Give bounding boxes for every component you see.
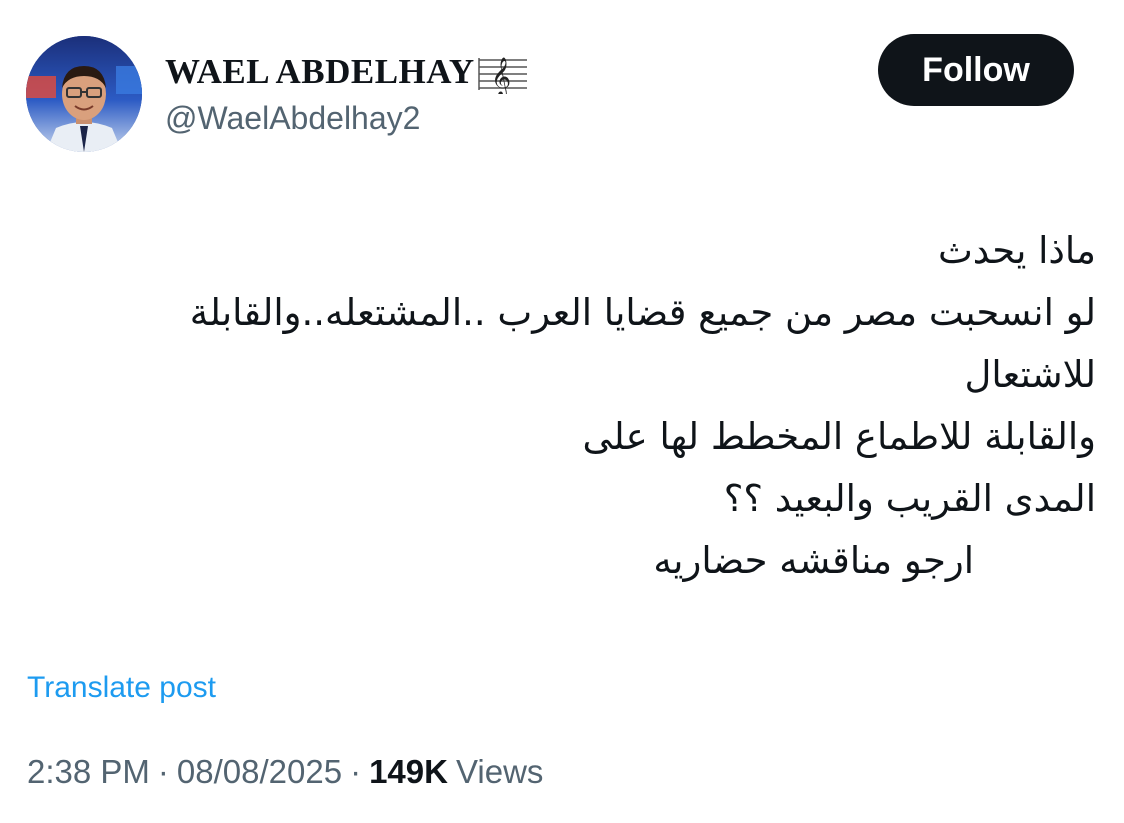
author-name-row[interactable]: WAEL ABDELHAY 𝄞 [165, 50, 529, 98]
meta-separator: · [157, 753, 169, 790]
post-text-line: المدى القريب والبعيد ؟؟ [723, 477, 1096, 520]
translate-post-link[interactable]: Translate post [27, 668, 216, 708]
avatar-image [26, 36, 142, 152]
post-text-line: والقابلة للاطماع المخطط لها على [582, 415, 1096, 458]
views-count[interactable]: 149K [369, 750, 448, 794]
svg-text:𝄞: 𝄞 [491, 57, 511, 94]
post-date[interactable]: 08/08/2025 [177, 750, 342, 794]
post-metadata: 2:38 PM · 08/08/2025 · 149K Views [27, 750, 543, 794]
tweet-detail: WAEL ABDELHAY 𝄞 @WaelAbdelhay2 Follow ما… [0, 0, 1124, 823]
post-text-line: ارجو مناقشه حضاريه [653, 539, 974, 582]
author-display-name[interactable]: WAEL ABDELHAY [165, 50, 475, 94]
author-handle[interactable]: @WaelAbdelhay2 [165, 98, 420, 138]
music-staff-icon: 𝄞 [477, 50, 529, 98]
post-text: ماذا يحدث لو انسحبت مصر من جميع قضايا ال… [26, 220, 1096, 592]
views-label[interactable]: Views [448, 750, 543, 794]
post-text-line: لو انسحبت مصر من جميع قضايا العرب ..المش… [189, 291, 1096, 334]
follow-button[interactable]: Follow [878, 34, 1074, 106]
avatar[interactable] [26, 36, 142, 152]
meta-separator: · [350, 753, 362, 790]
post-text-line: للاشتعال [964, 353, 1096, 396]
post-time[interactable]: 2:38 PM [27, 750, 150, 794]
post-text-line: ماذا يحدث [937, 229, 1096, 272]
